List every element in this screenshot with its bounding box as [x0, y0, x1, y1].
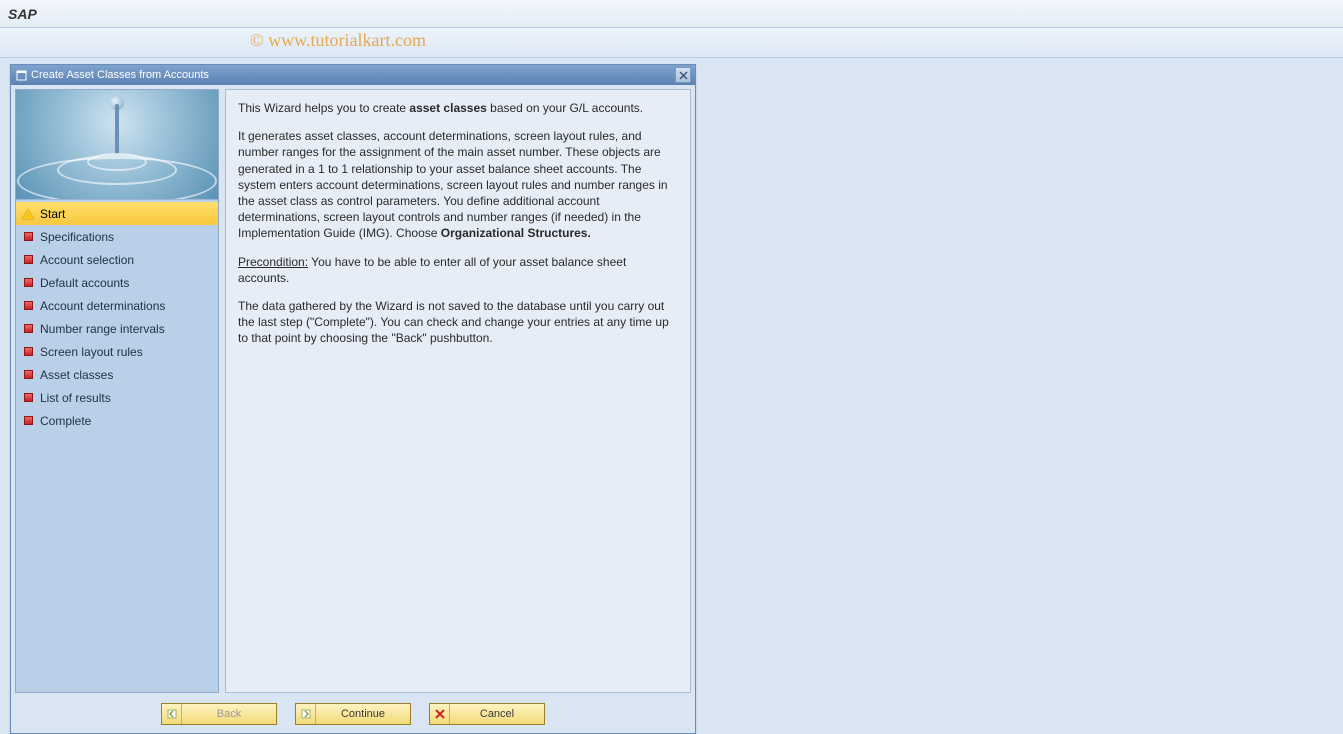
- sidebar-decorative-image: [16, 90, 218, 200]
- dialog-footer: Back Continue Cancel: [11, 697, 695, 733]
- continue-button[interactable]: Continue: [295, 703, 411, 725]
- text-span: based on your G/L accounts.: [487, 101, 643, 115]
- wizard-step-label: Asset classes: [40, 368, 113, 382]
- wizard-step-complete[interactable]: Complete: [16, 409, 218, 432]
- wizard-step-label: Screen layout rules: [40, 345, 143, 359]
- dialog-title: Create Asset Classes from Accounts: [31, 69, 675, 81]
- wizard-step-list-of-results[interactable]: List of results: [16, 386, 218, 409]
- wizard-step-label: Start: [40, 207, 65, 221]
- wizard-step-account-determinations[interactable]: Account determinations: [16, 294, 218, 317]
- back-icon: [162, 704, 182, 724]
- back-button[interactable]: Back: [161, 703, 277, 725]
- wizard-step-specifications[interactable]: Specifications: [16, 225, 218, 248]
- continue-button-label: Continue: [316, 708, 410, 720]
- app-title: SAP: [8, 6, 37, 22]
- continue-icon: [296, 704, 316, 724]
- wizard-step-label: Default accounts: [40, 276, 129, 290]
- pending-icon: [22, 231, 34, 243]
- text-span-underline: Precondition:: [238, 255, 308, 269]
- wizard-description-paragraph: It generates asset classes, account dete…: [238, 128, 678, 241]
- back-button-label: Back: [182, 708, 276, 720]
- wizard-step-asset-classes[interactable]: Asset classes: [16, 363, 218, 386]
- wizard-step-label: Account determinations: [40, 299, 165, 313]
- pending-icon: [22, 300, 34, 312]
- wizard-step-label: Number range intervals: [40, 322, 165, 336]
- wizard-step-label: List of results: [40, 391, 111, 405]
- wizard-step-label: Specifications: [40, 230, 114, 244]
- wizard-step-account-selection[interactable]: Account selection: [16, 248, 218, 271]
- dialog-window-icon: [15, 69, 27, 81]
- pending-icon: [22, 346, 34, 358]
- text-span: It generates asset classes, account dete…: [238, 129, 668, 240]
- text-span: This Wizard helps you to create: [238, 101, 409, 115]
- cancel-button[interactable]: Cancel: [429, 703, 545, 725]
- wizard-sidebar: Start Specifications Account selection Defa…: [15, 89, 219, 693]
- wizard-step-label: Account selection: [40, 253, 134, 267]
- wizard-step-default-accounts[interactable]: Default accounts: [16, 271, 218, 294]
- wizard-intro-paragraph: This Wizard helps you to create asset cl…: [238, 100, 678, 116]
- pending-icon: [22, 323, 34, 335]
- pending-icon: [22, 254, 34, 266]
- wizard-content-pane: This Wizard helps you to create asset cl…: [225, 89, 691, 693]
- dialog-body: Start Specifications Account selection Defa…: [11, 85, 695, 697]
- app-header: SAP: [0, 0, 1343, 28]
- pending-icon: [22, 277, 34, 289]
- pending-icon: [22, 415, 34, 427]
- wizard-step-list: Start Specifications Account selection Defa…: [16, 200, 218, 692]
- text-span-bold: asset classes: [409, 101, 486, 115]
- text-span-bold: Organizational Structures.: [441, 226, 591, 240]
- wizard-dialog: Create Asset Classes from Accounts Start…: [10, 64, 696, 734]
- dialog-titlebar: Create Asset Classes from Accounts: [11, 65, 695, 85]
- pending-icon: [22, 392, 34, 404]
- cancel-icon: [430, 704, 450, 724]
- pending-icon: [22, 369, 34, 381]
- cancel-button-label: Cancel: [450, 708, 544, 720]
- toolbar-strip: [0, 28, 1343, 58]
- wizard-step-label: Complete: [40, 414, 91, 428]
- dialog-close-button[interactable]: [675, 67, 691, 83]
- main-area: Create Asset Classes from Accounts Start…: [0, 58, 1343, 642]
- wizard-step-number-range-intervals[interactable]: Number range intervals: [16, 317, 218, 340]
- wizard-note-paragraph: The data gathered by the Wizard is not s…: [238, 298, 678, 347]
- wizard-step-start[interactable]: Start: [16, 202, 218, 225]
- wizard-step-screen-layout-rules[interactable]: Screen layout rules: [16, 340, 218, 363]
- warning-icon: [22, 208, 34, 220]
- wizard-precondition-paragraph: Precondition: You have to be able to ent…: [238, 254, 678, 286]
